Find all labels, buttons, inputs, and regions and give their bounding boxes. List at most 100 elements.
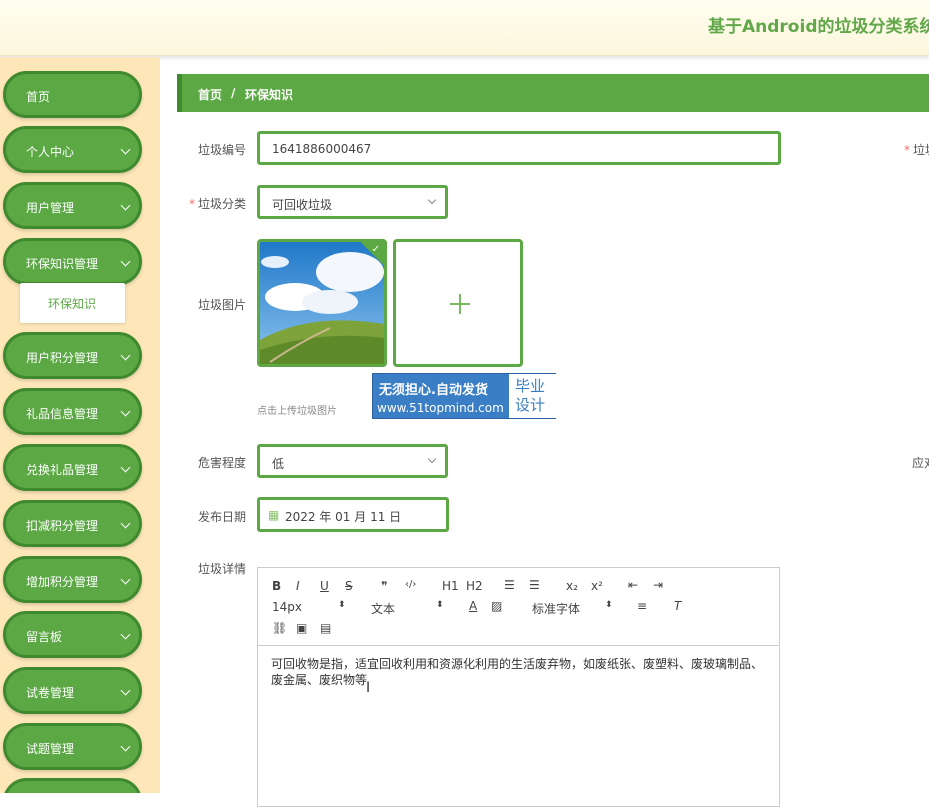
detail-label: 垃圾详情 bbox=[198, 562, 247, 576]
sidebar-item-questions[interactable]: 试题管理 bbox=[3, 723, 142, 770]
top-header: 基于Android的垃圾分类系统 bbox=[0, 0, 929, 56]
sidebar-subitem-eco-knowledge[interactable]: 环保知识 bbox=[20, 283, 125, 323]
watermark-box-text: 毕业设计 bbox=[515, 377, 546, 414]
h2-button[interactable]: H2 bbox=[466, 579, 483, 593]
breadcrumb-separator: / bbox=[231, 86, 236, 100]
chevron-down-icon bbox=[427, 195, 437, 205]
chevron-down-icon bbox=[120, 741, 131, 752]
chevron-updown-icon: ⬍ bbox=[436, 600, 444, 610]
landscape-image bbox=[260, 242, 384, 364]
sidebar-item-label: 扣减积分管理 bbox=[26, 519, 99, 533]
sidebar-item-gift-info[interactable]: 礼品信息管理 bbox=[3, 388, 142, 435]
date-label: 发布日期 bbox=[198, 510, 247, 524]
sidebar-item-label: 首页 bbox=[26, 90, 51, 104]
sidebar-item-deduct-points[interactable]: 扣减积分管理 bbox=[3, 500, 142, 547]
ordered-list-icon[interactable]: ☰ bbox=[504, 578, 515, 592]
link-icon[interactable]: ⛓ bbox=[272, 621, 287, 635]
chevron-down-icon bbox=[120, 518, 131, 529]
sidebar: 首页 个人中心 用户管理 环保知识管理 环保知识 用户积分管理 礼品信息管理 兑… bbox=[0, 57, 160, 793]
sidebar-item-label: 个人中心 bbox=[26, 145, 75, 159]
sidebar-item-user-points[interactable]: 用户积分管理 bbox=[3, 332, 142, 379]
text-cursor-icon: I bbox=[366, 680, 371, 696]
hazard-value: 低 bbox=[272, 457, 285, 471]
align-icon[interactable]: ≡ bbox=[637, 599, 647, 613]
bullet-list-icon[interactable]: ☰ bbox=[529, 578, 540, 592]
h1-button[interactable]: H1 bbox=[442, 579, 459, 593]
editor-content[interactable]: 可回收物是指，适宜回收利用和资源化利用的生活废弃物，如废纸张、废塑料、废玻璃制品… bbox=[271, 656, 766, 688]
rich-text-editor[interactable]: B I U S ❞ ‹/› H1 H2 ☰ ☰ x₂ x² ⇤ ⇥ 14px ⬍… bbox=[257, 567, 780, 807]
subscript-button[interactable]: x₂ bbox=[566, 579, 578, 593]
chevron-updown-icon: ⬍ bbox=[605, 600, 613, 610]
code-button[interactable]: ‹/› bbox=[405, 579, 416, 590]
editor-toolbar: B I U S ❞ ‹/› H1 H2 ☰ ☰ x₂ x² ⇤ ⇥ 14px ⬍… bbox=[258, 568, 779, 646]
sidebar-item-label: 试题管理 bbox=[26, 742, 75, 756]
sidebar-item-personal-center[interactable]: 个人中心 bbox=[3, 126, 142, 173]
date-picker[interactable]: ▦ 2022 年 01 月 11 日 bbox=[257, 497, 449, 532]
sidebar-item-more[interactable] bbox=[3, 778, 142, 793]
sidebar-item-label: 增加积分管理 bbox=[26, 575, 99, 589]
sidebar-item-label: 兑换礼品管理 bbox=[26, 463, 99, 477]
chevron-updown-icon: ⬍ bbox=[338, 600, 346, 610]
breadcrumb: 首页 / 环保知识 bbox=[177, 74, 929, 112]
background-color-icon[interactable]: ▨ bbox=[491, 599, 502, 613]
strike-button[interactable]: S bbox=[345, 579, 353, 593]
app-title: 基于Android的垃圾分类系统 bbox=[708, 17, 929, 37]
upload-tip: 点击上传垃圾图片 bbox=[257, 406, 337, 417]
watermark-line-2: www.51topmind.com bbox=[377, 401, 504, 415]
sidebar-item-add-points[interactable]: 增加积分管理 bbox=[3, 556, 142, 603]
image-icon[interactable]: ▣ bbox=[296, 621, 307, 635]
number-input[interactable]: 1641886000467 bbox=[257, 131, 781, 165]
sidebar-item-message-board[interactable]: 留言板 bbox=[3, 611, 142, 658]
sidebar-item-gift-exchange[interactable]: 兑换礼品管理 bbox=[3, 444, 142, 491]
outdent-icon[interactable]: ⇤ bbox=[628, 578, 638, 592]
indent-icon[interactable]: ⇥ bbox=[653, 578, 663, 592]
number-label: 垃圾编号 bbox=[198, 143, 247, 157]
font-size-select[interactable]: 14px bbox=[272, 600, 302, 614]
chevron-down-icon bbox=[120, 685, 131, 696]
clear-format-icon[interactable]: T bbox=[674, 599, 681, 613]
chevron-down-icon bbox=[120, 144, 131, 155]
calendar-icon: ▦ bbox=[268, 508, 280, 522]
watermark-line-1: 无须担心.自动发货 bbox=[379, 383, 488, 398]
right-field-label-2: 应对 bbox=[912, 456, 929, 470]
breadcrumb-home[interactable]: 首页 bbox=[198, 86, 222, 103]
sidebar-item-label: 试卷管理 bbox=[26, 686, 75, 700]
chevron-down-icon bbox=[120, 350, 131, 361]
sidebar-item-user-management[interactable]: 用户管理 bbox=[3, 182, 142, 229]
chevron-down-icon bbox=[120, 406, 131, 417]
chevron-down-icon bbox=[120, 629, 131, 640]
chevron-down-icon bbox=[120, 200, 131, 211]
sidebar-item-label: 留言板 bbox=[26, 630, 63, 644]
italic-button[interactable]: I bbox=[296, 579, 300, 593]
upload-add-button[interactable] bbox=[393, 239, 523, 367]
number-value: 1641886000467 bbox=[272, 142, 372, 156]
font-family-select[interactable]: 标准字体 bbox=[532, 600, 580, 617]
sidebar-item-home[interactable]: 首页 bbox=[3, 71, 142, 118]
breadcrumb-current: 环保知识 bbox=[245, 88, 294, 102]
hazard-label: 危害程度 bbox=[198, 456, 247, 470]
chevron-down-icon bbox=[120, 574, 131, 585]
sidebar-subitem-label: 环保知识 bbox=[48, 297, 97, 311]
chevron-down-icon bbox=[120, 256, 131, 267]
category-value: 可回收垃圾 bbox=[272, 198, 333, 212]
hazard-select[interactable]: 低 bbox=[257, 444, 448, 478]
date-value: 2022 年 01 月 11 日 bbox=[285, 510, 402, 524]
checkmark-icon: ✓ bbox=[371, 244, 380, 255]
text-color-icon[interactable]: A bbox=[469, 599, 477, 613]
underline-button[interactable]: U bbox=[320, 579, 329, 593]
sidebar-item-label: 环保知识管理 bbox=[26, 257, 99, 271]
watermark-banner: 无须担心.自动发货 www.51topmind.com 毕业设计 bbox=[372, 373, 556, 419]
quote-button[interactable]: ❞ bbox=[381, 579, 387, 593]
superscript-button[interactable]: x² bbox=[591, 579, 603, 593]
image-label: 垃圾图片 bbox=[198, 298, 247, 312]
chevron-down-icon bbox=[120, 462, 131, 473]
video-icon[interactable]: ▤ bbox=[320, 621, 331, 635]
sidebar-item-eco-knowledge-management[interactable]: 环保知识管理 bbox=[3, 238, 142, 285]
sidebar-item-label: 用户管理 bbox=[26, 201, 75, 215]
sidebar-item-exam-papers[interactable]: 试卷管理 bbox=[3, 667, 142, 714]
bold-button[interactable]: B bbox=[272, 579, 281, 593]
uploaded-image-thumbnail[interactable]: ✓ bbox=[257, 239, 387, 367]
category-label: * 垃圾分类 bbox=[189, 197, 247, 211]
text-type-select[interactable]: 文本 bbox=[371, 600, 395, 617]
category-select[interactable]: 可回收垃圾 bbox=[257, 185, 448, 219]
